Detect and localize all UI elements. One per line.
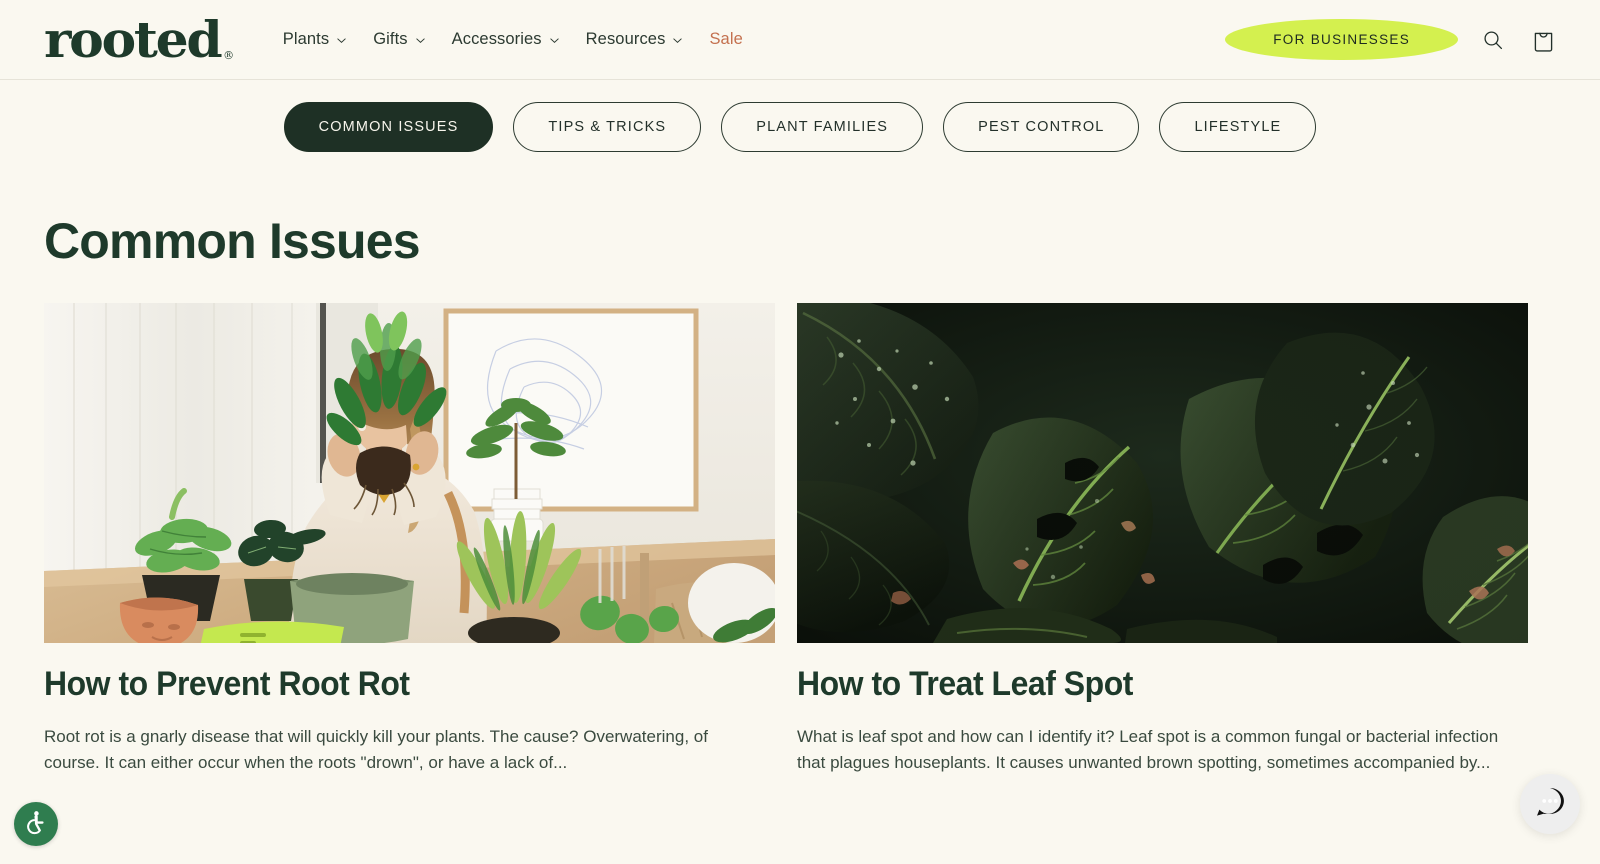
nav-item-resources[interactable]: Resources	[586, 30, 684, 49]
chevron-down-icon	[336, 35, 347, 46]
logo-trademark: ®	[222, 48, 234, 62]
category-pill-tips-tricks[interactable]: TIPS & TRICKS	[513, 102, 702, 152]
chat-widget-button[interactable]	[1520, 774, 1580, 834]
cart-button[interactable]	[1528, 25, 1558, 55]
header-actions: FOR BUSINESSES	[1225, 18, 1558, 61]
dark-tropical-leaves-photo	[797, 303, 1528, 643]
category-pill-plant-families[interactable]: PLANT FAMILIES	[721, 102, 924, 152]
article-title: How to Treat Leaf Spot	[797, 665, 1133, 703]
chat-bubble-icon	[1533, 785, 1567, 824]
search-button[interactable]	[1478, 25, 1508, 55]
nav-item-gifts[interactable]: Gifts	[373, 30, 425, 49]
category-pill-lifestyle[interactable]: LIFESTYLE	[1159, 102, 1317, 152]
wheelchair-accessibility-icon	[23, 809, 49, 840]
article-grid: How to Prevent Root Rot Root rot is a gn…	[0, 270, 1600, 777]
article-card-leaf-spot[interactable]: How to Treat Leaf Spot What is leaf spot…	[797, 303, 1528, 777]
article-excerpt: Root rot is a gnarly disease that will q…	[44, 727, 708, 773]
nav-label: Resources	[585, 30, 666, 48]
chevron-down-icon	[549, 35, 560, 46]
nav-label: Plants	[282, 30, 330, 48]
search-icon	[1481, 28, 1505, 52]
for-businesses-button[interactable]: FOR BUSINESSES	[1225, 18, 1458, 61]
article-thumbnail[interactable]	[797, 303, 1528, 643]
site-logo[interactable]: rooted ®	[44, 9, 234, 69]
nav-label: Gifts	[373, 30, 408, 48]
site-header: rooted ® Plants Gifts Accessories Resour…	[0, 0, 1600, 80]
article-title: How to Prevent Root Rot	[44, 665, 410, 703]
category-pill-pest-control[interactable]: PEST CONTROL	[943, 102, 1140, 152]
nav-item-plants[interactable]: Plants	[283, 30, 347, 49]
category-filter-bar: COMMON ISSUES TIPS & TRICKS PLANT FAMILI…	[0, 80, 1600, 152]
nav-label: Accessories	[451, 30, 542, 48]
nav-item-sale[interactable]: Sale	[709, 30, 742, 49]
accessibility-widget-button[interactable]	[14, 802, 58, 846]
logo-wordmark: rooted	[44, 9, 223, 69]
chevron-down-icon	[672, 35, 683, 46]
article-thumbnail[interactable]	[44, 303, 775, 643]
article-excerpt: What is leaf spot and how can I identify…	[797, 727, 1499, 773]
article-card-root-rot[interactable]: How to Prevent Root Rot Root rot is a gn…	[44, 303, 775, 777]
nav-item-accessories[interactable]: Accessories	[452, 30, 560, 49]
shopping-bag-icon	[1531, 26, 1556, 53]
chevron-down-icon	[415, 35, 426, 46]
page-title: Common Issues	[44, 213, 421, 269]
main-navigation: Plants Gifts Accessories Resources Sale	[283, 30, 743, 49]
plant-repotting-photo	[44, 303, 775, 643]
category-pill-common-issues[interactable]: COMMON ISSUES	[283, 102, 494, 152]
nav-label: Sale	[709, 30, 743, 48]
